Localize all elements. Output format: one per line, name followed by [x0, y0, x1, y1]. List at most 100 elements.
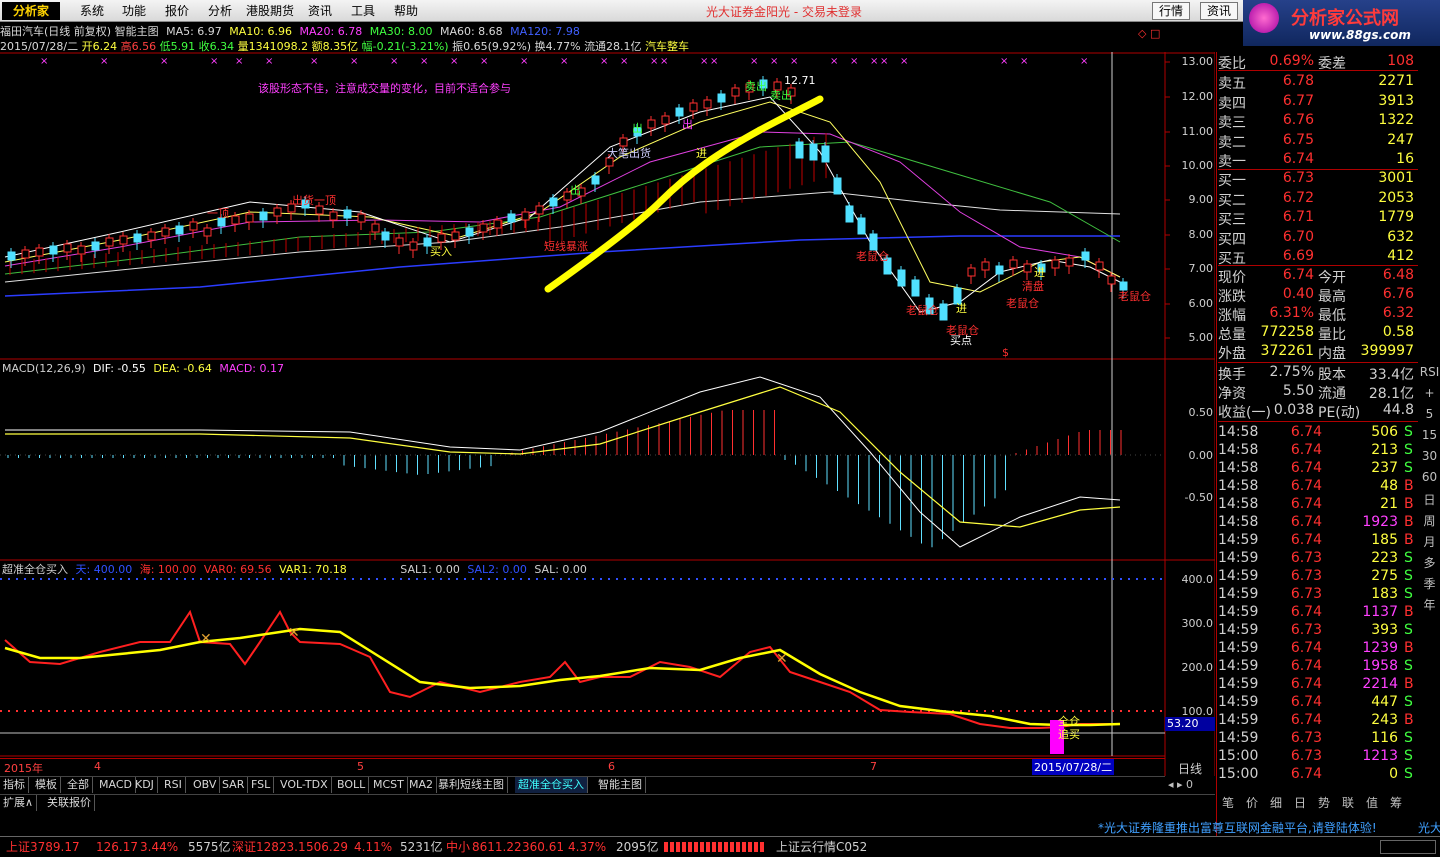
indicator-tab[interactable]: 智能主图 — [595, 777, 646, 793]
quote-tab[interactable]: 联 — [1342, 794, 1354, 811]
extend-bar: 扩展∧ 关联报价 — [0, 794, 1215, 811]
side-tab[interactable]: RSI — [1419, 365, 1440, 384]
tick-side: S — [1404, 550, 1413, 566]
ask-row: 卖四 6.77 3913 — [1218, 93, 1440, 112]
tick-side: S — [1404, 658, 1413, 674]
indicator-tab[interactable]: MACD — [96, 777, 136, 793]
tick-side: S — [1404, 694, 1413, 710]
tick-price: 6.74 — [1290, 460, 1322, 476]
quote-tab[interactable]: 笔 — [1222, 794, 1234, 811]
indicator-tab[interactable]: 超准全仓买入 — [515, 777, 588, 793]
candle — [731, 87, 740, 97]
fund-value-2: 28.1亿 — [1368, 386, 1414, 402]
side-tab[interactable]: 多 — [1419, 554, 1440, 573]
tick-time: 14:58 — [1218, 514, 1259, 530]
indicator-tab[interactable]: MA2 — [406, 777, 438, 793]
bid-volume: 2053 — [1378, 189, 1414, 206]
stat-row: 涨幅 6.31% 最低 6.32 — [1218, 305, 1440, 324]
expand-tab[interactable]: 扩展∧ — [0, 795, 38, 811]
side-tab[interactable]: 季 — [1419, 575, 1440, 594]
menu-hk-futures[interactable]: 港股期货 — [246, 0, 294, 22]
indicator-tab[interactable]: BOLL — [334, 777, 370, 793]
zx-pct: 4.37% — [568, 840, 607, 854]
cloud-quote[interactable]: 上证云行情C052 — [776, 837, 867, 857]
quote-button[interactable]: 行情 — [1152, 2, 1191, 20]
menu-news[interactable]: 资讯 — [308, 0, 332, 22]
stat-value-2: 0.58 — [1382, 324, 1414, 340]
indicator-tab[interactable]: 全部 — [64, 777, 93, 793]
zx-label: 中小 — [446, 840, 471, 854]
quote-tab[interactable]: 日 — [1294, 794, 1306, 811]
menu-help[interactable]: 帮助 — [394, 0, 418, 22]
indicator-tab[interactable]: VOL-TDX — [277, 777, 332, 793]
quote-tab[interactable]: 值 — [1366, 794, 1378, 811]
side-tab[interactable]: 日 — [1419, 491, 1440, 510]
tick-time: 14:58 — [1218, 460, 1259, 476]
side-tab[interactable]: 月 — [1419, 533, 1440, 552]
indicator-tab[interactable]: OBV — [190, 777, 221, 793]
indicator-tab[interactable]: 指标 — [0, 777, 29, 793]
tick-volume: 1213 — [1362, 748, 1398, 764]
indicator-tab[interactable]: RSI — [161, 777, 186, 793]
tick-volume: 243 — [1371, 712, 1398, 728]
tick-time: 14:58 — [1218, 424, 1259, 440]
quote-tab[interactable]: 价 — [1246, 794, 1258, 811]
stat-label-2: 今开 — [1318, 270, 1346, 286]
side-tab[interactable]: 30 — [1419, 449, 1440, 468]
menu-analysis[interactable]: 分析 — [208, 0, 232, 22]
stat-label-2: 内盘 — [1318, 346, 1346, 362]
quote-divider — [1218, 421, 1418, 422]
indicator-tab[interactable]: SAR — [219, 777, 249, 793]
ma20: MA20: 6.78 — [299, 25, 363, 38]
candle — [273, 207, 282, 217]
news-ticker-2[interactable]: 光大 — [1418, 818, 1440, 838]
macd-value: MACD: 0.17 — [219, 362, 284, 375]
side-tab[interactable]: 5 — [1419, 407, 1440, 426]
tick-row: 14:58 6.74 21 B — [1218, 496, 1440, 515]
side-tab[interactable]: 年 — [1419, 596, 1440, 615]
quote-tab[interactable]: 细 — [1270, 794, 1282, 811]
tick-time: 14:59 — [1218, 550, 1259, 566]
side-tab[interactable]: 60 — [1419, 470, 1440, 489]
sell-label-2: 卖出 — [770, 89, 792, 102]
info-button[interactable]: 资讯 — [1200, 2, 1239, 20]
stat-label: 涨跌 — [1218, 289, 1246, 305]
scroll-buttons[interactable]: ◂ ▸ 0 — [1168, 778, 1193, 791]
menu-tools[interactable]: 工具 — [351, 0, 375, 22]
tick-time: 14:58 — [1218, 496, 1259, 512]
rat-label-2: 老鼠仓 — [906, 304, 939, 317]
indicator-tab[interactable]: FSL — [248, 777, 275, 793]
indicator-tab[interactable]: KDJ — [132, 777, 158, 793]
side-tab[interactable]: + — [1419, 386, 1440, 405]
tray-icons[interactable] — [1380, 840, 1436, 854]
tick-side: S — [1404, 424, 1413, 440]
diamond-icon[interactable]: ◇ □ — [1138, 27, 1160, 40]
period-label[interactable]: 日线 — [1178, 760, 1202, 777]
tick-time: 14:59 — [1218, 640, 1259, 656]
ma10-line — [4, 101, 1121, 293]
tick-side: B — [1404, 514, 1414, 530]
tick-side: S — [1404, 568, 1413, 584]
candle — [809, 143, 818, 161]
news-ticker[interactable]: *光大证券隆重推出富尊互联网金融平台,请登陆体验! — [1098, 818, 1377, 838]
stat-value-2: 6.32 — [1382, 305, 1414, 321]
tick-side: B — [1404, 478, 1414, 494]
menu-quote[interactable]: 报价 — [165, 0, 189, 22]
x-month-5: 5 — [357, 760, 364, 773]
quote-tab[interactable]: 筹 — [1390, 794, 1402, 811]
tick-price: 6.73 — [1290, 622, 1322, 638]
related-quote-tab[interactable]: 关联报价 — [44, 795, 95, 811]
candle — [21, 249, 30, 259]
tick-price: 6.73 — [1290, 586, 1322, 602]
side-tab[interactable]: 周 — [1419, 512, 1440, 531]
side-tab[interactable]: 15 — [1419, 428, 1440, 447]
stat-label: 现价 — [1218, 270, 1246, 286]
menu-function[interactable]: 功能 — [122, 0, 146, 22]
indicator-tab[interactable]: 暴利短线主图 — [435, 777, 508, 793]
candle — [409, 241, 418, 251]
quote-divider — [1218, 265, 1418, 266]
menu-system[interactable]: 系统 — [80, 0, 104, 22]
indicator-tab[interactable]: 模板 — [32, 777, 61, 793]
indicator-tab[interactable]: MCST — [370, 777, 408, 793]
quote-tab[interactable]: 势 — [1318, 794, 1330, 811]
